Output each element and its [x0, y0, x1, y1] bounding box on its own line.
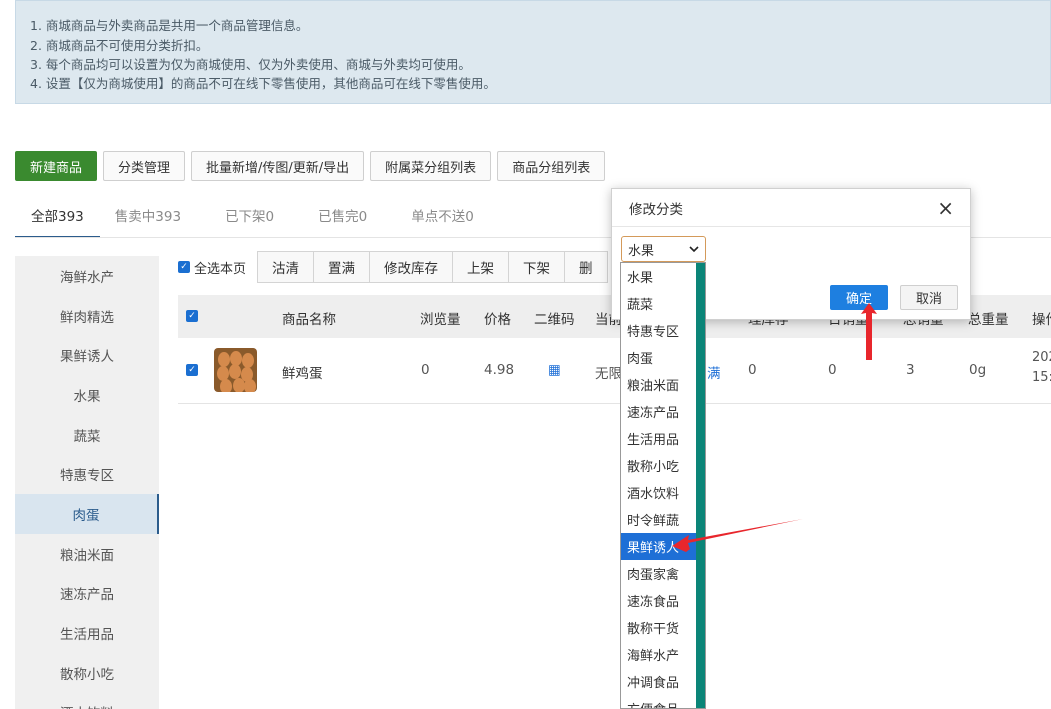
dropdown-option[interactable]: 散称干货	[621, 614, 697, 641]
cancel-button[interactable]: 取消	[900, 285, 958, 310]
tab-no-delivery[interactable]: 单点不送0	[383, 204, 490, 238]
sidebar-item-daily-goods[interactable]: 生活用品	[15, 613, 159, 653]
sidebar-item-seafood[interactable]: 海鲜水产	[15, 256, 159, 296]
tab-off-shelf[interactable]: 已下架0	[197, 204, 290, 238]
col-weight: 总重量	[968, 312, 1009, 328]
tab-sold-out[interactable]: 已售完0	[290, 204, 383, 238]
select-page-checkbox[interactable]: ✓ 全选本页	[178, 258, 258, 277]
category-dropdown-list: 水果 蔬菜 特惠专区 肉蛋 粮油米面 速冻产品 生活用品 散称小吃 酒水饮料 时…	[620, 262, 706, 709]
product-thumbnail	[214, 348, 257, 392]
checkbox-checked-icon: ✓	[178, 261, 190, 273]
sidebar-item-fruit-fresh[interactable]: 果鲜诱人	[15, 335, 159, 375]
tab-all[interactable]: 全部393	[15, 204, 100, 238]
on-shelf-button[interactable]: 上架	[452, 251, 510, 283]
product-op-time: 15:	[1032, 370, 1051, 385]
sidebar-item-drinks[interactable]: 酒水饮料	[15, 693, 159, 709]
dropdown-option[interactable]: 海鲜水产	[621, 641, 697, 668]
off-shelf-button[interactable]: 下架	[508, 251, 566, 283]
sidebar-item-snacks[interactable]: 散称小吃	[15, 653, 159, 693]
tab-on-sale[interactable]: 售卖中393	[100, 204, 197, 238]
product-weight: 0g	[969, 362, 987, 378]
dialog-header: 修改分类 ×	[612, 189, 970, 227]
dropdown-option[interactable]: 冲调食品	[621, 668, 697, 695]
category-management-button[interactable]: 分类管理	[103, 151, 186, 181]
sidebar-item-fresh-meat[interactable]: 鲜肉精选	[15, 296, 159, 336]
select-all-checkbox[interactable]: ✓	[186, 310, 198, 322]
notice-line: 4. 设置【仅为商城使用】的商品不可在线下零售使用，其他商品可在线下零售使用。	[30, 76, 496, 91]
table-row: ✓ 鲜鸡蛋 0 4.98 ▦ 无限 满 0 0 3 0g 202 15:	[178, 338, 1051, 404]
dropdown-option[interactable]: 速冻食品	[621, 587, 697, 614]
page: 1. 商城商品与外卖商品是共用一个商品管理信息。 2. 商城商品不可使用分类折扣…	[0, 0, 1051, 709]
product-op-date: 202	[1032, 350, 1051, 365]
select-page-label: 全选本页	[194, 261, 247, 277]
chevron-down-icon	[689, 245, 699, 252]
product-views: 0	[421, 362, 430, 378]
delete-button[interactable]: 删	[564, 251, 608, 283]
batch-operations-button[interactable]: 批量新增/传图/更新/导出	[191, 151, 365, 181]
dropdown-option[interactable]: 肉蛋	[621, 344, 697, 371]
category-select-value: 水果	[628, 243, 655, 259]
close-icon[interactable]: ×	[937, 198, 954, 218]
notice-box: 1. 商城商品与外卖商品是共用一个商品管理信息。 2. 商城商品不可使用分类折扣…	[15, 0, 1051, 104]
sidebar-item-vegetables[interactable]: 蔬菜	[15, 415, 159, 455]
category-select[interactable]: 水果	[621, 236, 706, 262]
product-total-sales: 3	[906, 362, 915, 378]
col-qrcode: 二维码	[534, 312, 575, 328]
new-product-button[interactable]: 新建商品	[15, 151, 98, 181]
bulk-actions: ✓ 全选本页 沽清 置满 修改库存 上架 下架 删	[178, 251, 608, 283]
sidebar-item-fruit[interactable]: 水果	[15, 375, 159, 415]
status-tabs: 全部393 售卖中393 已下架0 已售完0 单点不送0	[15, 204, 490, 238]
sidebar-item-frozen[interactable]: 速冻产品	[15, 574, 159, 614]
dropdown-option[interactable]: 生活用品	[621, 425, 697, 452]
notice-line: 2. 商城商品不可使用分类折扣。	[30, 38, 209, 53]
sidebar-item-specials[interactable]: 特惠专区	[15, 454, 159, 494]
product-daily-sales: 0	[828, 362, 837, 378]
product-col6: 0	[748, 362, 757, 378]
toolbar: 新建商品 分类管理 批量新增/传图/更新/导出 附属菜分组列表 商品分组列表	[15, 151, 606, 181]
col-views: 浏览量	[420, 312, 461, 328]
dropdown-option[interactable]: 方便食品	[621, 695, 697, 708]
col-actions: 操作	[1032, 312, 1051, 328]
sidebar-item-meat-eggs[interactable]: 肉蛋	[15, 494, 159, 534]
row-checkbox[interactable]: ✓	[186, 364, 198, 376]
qrcode-icon[interactable]: ▦	[548, 362, 561, 378]
col-price: 价格	[484, 312, 511, 328]
fill-stock-link[interactable]: 满	[707, 362, 721, 382]
addon-groups-button[interactable]: 附属菜分组列表	[370, 151, 492, 181]
edit-stock-button[interactable]: 修改库存	[369, 251, 454, 283]
sidebar-item-grain-oil[interactable]: 粮油米面	[15, 534, 159, 574]
dropdown-option[interactable]: 水果	[621, 263, 697, 290]
dropdown-option[interactable]: 速冻产品	[621, 398, 697, 425]
notice-line: 3. 每个商品均可以设置为仅为商城使用、仅为外卖使用、商城与外卖均可使用。	[30, 57, 471, 72]
fill-stock-button[interactable]: 置满	[313, 251, 371, 283]
dropdown-option[interactable]: 肉蛋家禽	[621, 560, 697, 587]
dropdown-option[interactable]: 蔬菜	[621, 290, 697, 317]
dropdown-option[interactable]: 酒水饮料	[621, 479, 697, 506]
dropdown-option[interactable]: 时令鲜蔬	[621, 506, 697, 533]
notice-line: 1. 商城商品与外卖商品是共用一个商品管理信息。	[30, 18, 309, 33]
product-stock: 无限	[595, 366, 622, 382]
product-groups-button[interactable]: 商品分组列表	[497, 151, 606, 181]
clear-stock-button[interactable]: 沽清	[257, 251, 315, 283]
dropdown-scrollbar[interactable]	[696, 263, 705, 708]
dropdown-option-highlighted[interactable]: 果鲜诱人	[621, 533, 697, 560]
dropdown-option[interactable]: 特惠专区	[621, 317, 697, 344]
category-sidebar: 海鲜水产 鲜肉精选 果鲜诱人 水果 蔬菜 特惠专区 肉蛋 粮油米面 速冻产品 生…	[15, 256, 159, 709]
dropdown-option[interactable]: 粮油米面	[621, 371, 697, 398]
confirm-button[interactable]: 确定	[830, 285, 888, 310]
col-name: 商品名称	[282, 312, 336, 328]
product-price: 4.98	[484, 362, 515, 378]
product-name[interactable]: 鲜鸡蛋	[282, 362, 323, 382]
dialog-title: 修改分类	[629, 201, 683, 218]
dropdown-option[interactable]: 散称小吃	[621, 452, 697, 479]
